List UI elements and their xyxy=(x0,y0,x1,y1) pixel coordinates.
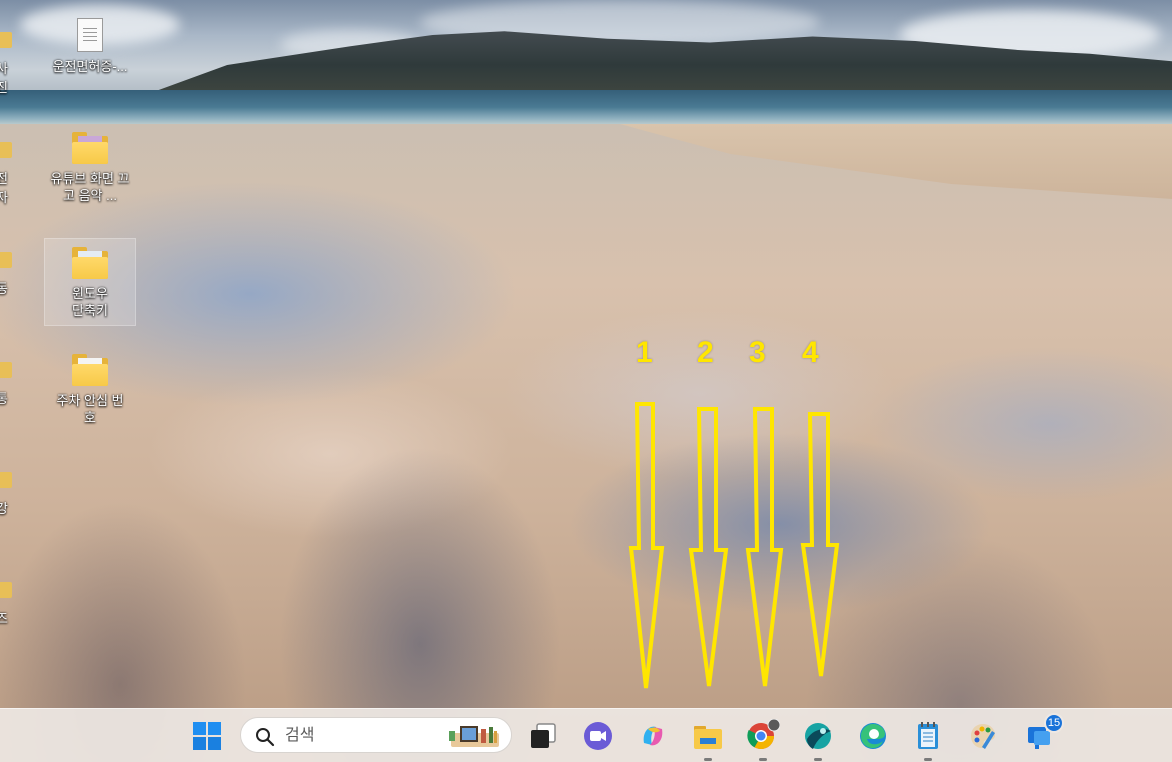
blue-app-button[interactable]: 15 xyxy=(1020,713,1064,755)
paint-palette-icon xyxy=(971,724,995,749)
teams-chat-button[interactable] xyxy=(579,717,617,755)
folder-icon xyxy=(694,726,722,749)
search-icon xyxy=(256,728,275,747)
annotation-arrow-3 xyxy=(745,407,784,687)
edge-button[interactable] xyxy=(854,717,892,755)
windows-logo-icon xyxy=(193,722,221,750)
paint-button[interactable] xyxy=(964,717,1002,755)
taskbar-search-box[interactable] xyxy=(240,717,512,753)
file-explorer-button[interactable] xyxy=(689,717,727,761)
taskbar: 15 xyxy=(0,708,1172,762)
chrome-button[interactable] xyxy=(744,717,782,761)
annotation-arrow-1 xyxy=(628,402,665,689)
copilot-button[interactable] xyxy=(634,717,672,755)
notification-badge: 15 xyxy=(1044,713,1064,733)
teal-app-button[interactable] xyxy=(799,717,837,761)
copilot-icon xyxy=(643,726,663,746)
notepad-icon xyxy=(918,722,938,749)
start-button[interactable] xyxy=(188,717,226,755)
running-indicator xyxy=(924,758,932,761)
annotation-arrow-4 xyxy=(800,412,840,677)
running-indicator xyxy=(814,758,822,761)
annotation-arrows xyxy=(628,402,840,689)
task-view-button[interactable] xyxy=(524,717,562,755)
teal-app-icon xyxy=(805,723,831,749)
notepad-button[interactable] xyxy=(909,717,947,761)
task-view-icon xyxy=(531,723,556,748)
video-chat-icon xyxy=(584,722,612,750)
annotation-arrow-2 xyxy=(688,407,729,687)
running-indicator xyxy=(759,758,767,761)
search-input[interactable] xyxy=(285,726,435,746)
running-indicator xyxy=(704,758,712,761)
edge-icon xyxy=(860,723,886,749)
search-highlight-illustration-icon xyxy=(449,726,499,747)
chrome-icon xyxy=(747,719,780,750)
